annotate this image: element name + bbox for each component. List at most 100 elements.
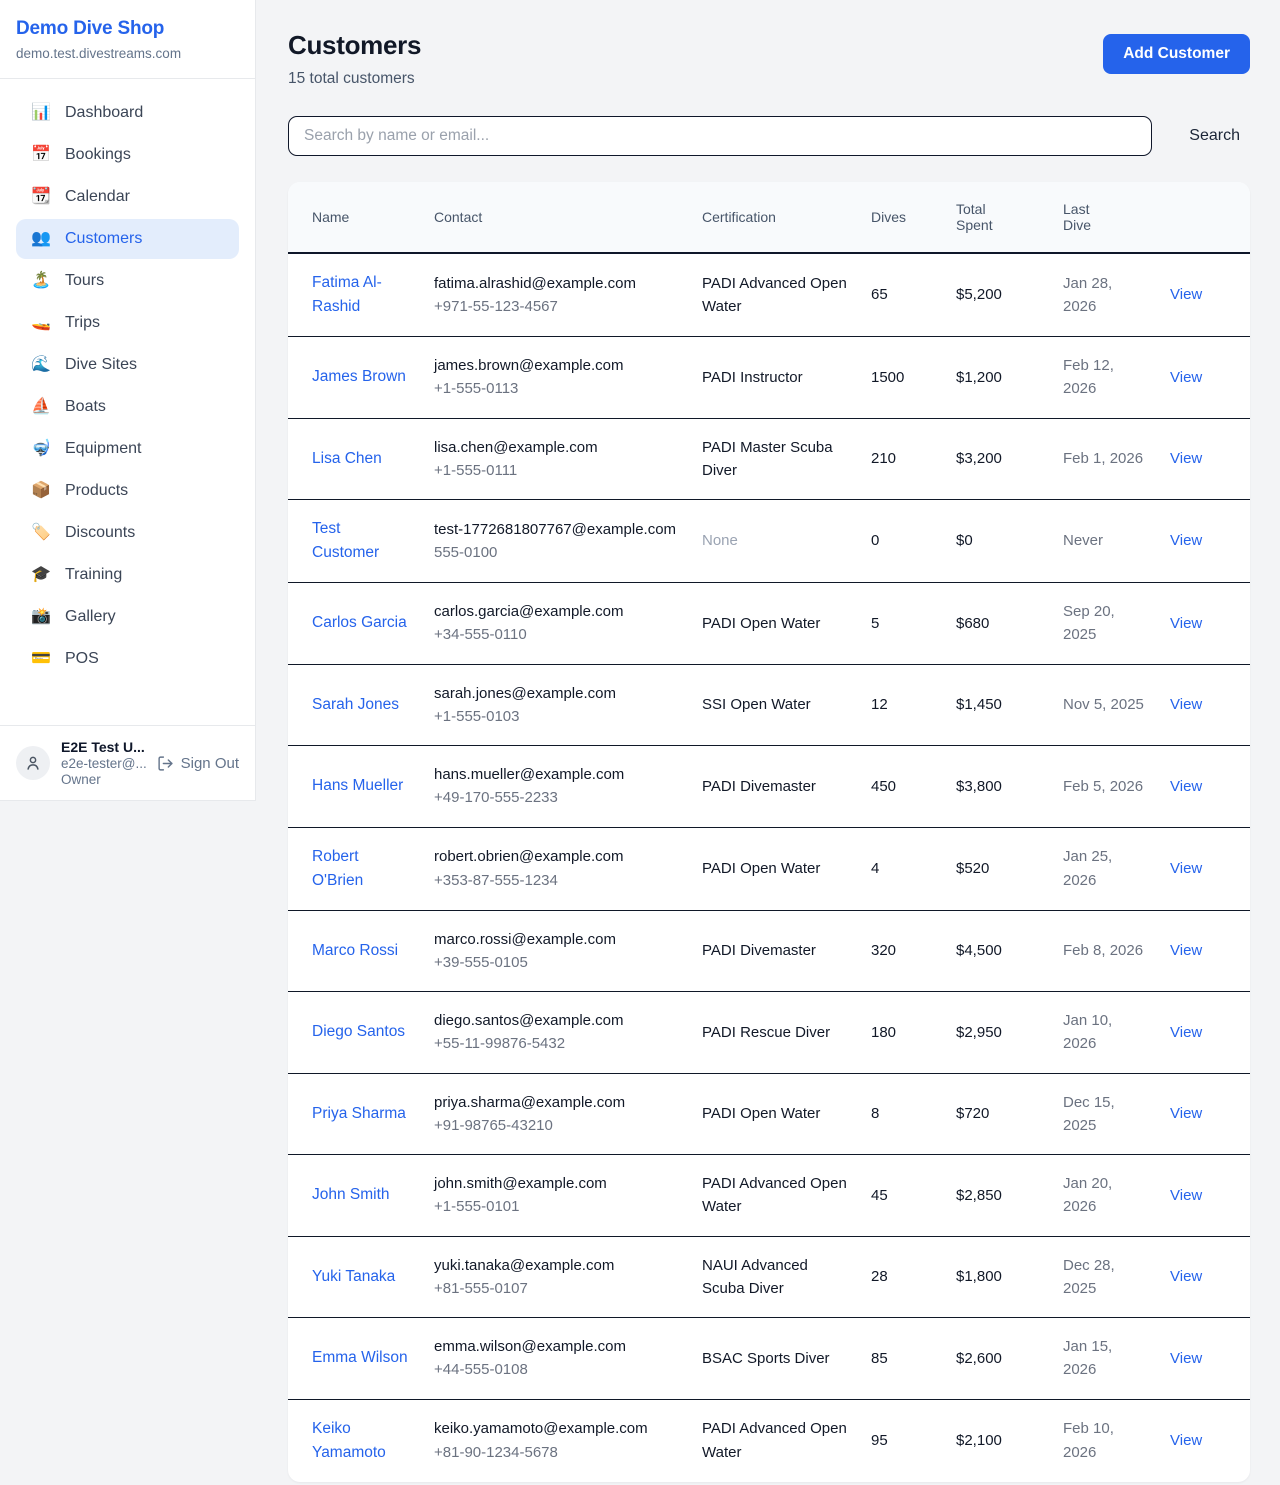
customer-name-link[interactable]: Sarah Jones — [312, 696, 399, 713]
customer-dives-cell: 180 — [871, 992, 956, 1074]
customer-name-cell: Diego Santos — [288, 992, 434, 1074]
sidebar-item-training[interactable]: 🎓Training — [16, 555, 239, 595]
customer-name-link[interactable]: Keiko Yamamoto — [312, 1420, 386, 1461]
customer-name-link[interactable]: Carlos Garcia — [312, 614, 407, 631]
customer-certification-cell: PADI Open Water — [702, 583, 871, 665]
search-row: Search — [288, 116, 1250, 156]
table-row: Robert O'Brienrobert.obrien@example.com+… — [288, 827, 1250, 910]
customer-certification-cell: PADI Open Water — [702, 827, 871, 910]
customer-total-spent-cell: $680 — [956, 583, 1063, 665]
sidebar-item-label: Bookings — [65, 146, 131, 164]
sidebar-item-dive-sites[interactable]: 🌊Dive Sites — [16, 345, 239, 385]
search-input[interactable] — [288, 116, 1152, 156]
sidebar-item-bookings[interactable]: 📅 Bookings — [16, 135, 239, 175]
customer-name-link[interactable]: Marco Rossi — [312, 942, 398, 959]
view-link[interactable]: View — [1170, 1350, 1202, 1367]
view-link[interactable]: View — [1170, 286, 1202, 303]
sidebar-item-products[interactable]: 📦Products — [16, 471, 239, 511]
customer-dives-cell: 28 — [871, 1236, 956, 1318]
customer-name-cell: Carlos Garcia — [288, 583, 434, 665]
view-link[interactable]: View — [1170, 1024, 1202, 1041]
customer-contact-cell: lisa.chen@example.com+1-555-0111 — [434, 418, 702, 500]
customer-last-dive-cell: Jan 15, 2026 — [1063, 1318, 1170, 1400]
sidebar-item-equipment[interactable]: 🤿Equipment — [16, 429, 239, 469]
table-row: Marco Rossimarco.rossi@example.com+39-55… — [288, 910, 1250, 992]
trips-icon: 🚤 — [30, 315, 52, 331]
sidebar-item-discounts[interactable]: 🏷️Discounts — [16, 513, 239, 553]
customer-name-cell: James Brown — [288, 337, 434, 419]
sidebar-item-gallery[interactable]: 📸Gallery — [16, 597, 239, 637]
customer-name-link[interactable]: Robert O'Brien — [312, 848, 363, 889]
customer-name-link[interactable]: Fatima Al-Rashid — [312, 274, 382, 315]
column-header-total-spent: Total Spent — [956, 182, 1063, 253]
sidebar-item-trips[interactable]: 🚤Trips — [16, 303, 239, 343]
customer-dives-cell: 85 — [871, 1318, 956, 1400]
sidebar-item-label: Discounts — [65, 524, 135, 542]
customer-name-link[interactable]: Diego Santos — [312, 1023, 405, 1040]
customer-certification-cell: PADI Advanced Open Water — [702, 253, 871, 337]
customer-name-link[interactable]: Test Customer — [312, 520, 379, 561]
customer-contact-cell: keiko.yamamoto@example.com+81-90-1234-56… — [434, 1399, 702, 1482]
sidebar-item-boats[interactable]: ⛵Boats — [16, 387, 239, 427]
customer-phone: +1-555-0111 — [434, 459, 678, 482]
customer-name-link[interactable]: Emma Wilson — [312, 1349, 408, 1366]
customer-last-dive-cell: Feb 10, 2026 — [1063, 1399, 1170, 1482]
table-row: Keiko Yamamoto keiko.yamamoto@example.com… — [288, 1399, 1250, 1482]
customer-name-link[interactable]: Yuki Tanaka — [312, 1268, 395, 1285]
customer-contact-cell: john.smith@example.com+1-555-0101 — [434, 1155, 702, 1237]
view-link[interactable]: View — [1170, 1432, 1202, 1449]
user-email: e2e-tester@... — [61, 756, 146, 771]
customer-dives-cell: 95 — [871, 1399, 956, 1482]
customer-contact-cell: fatima.alrashid@example.com+971-55-123-4… — [434, 253, 702, 337]
page-subtitle: 15 total customers — [288, 70, 421, 88]
sidebar-item-label: Gallery — [65, 608, 116, 626]
view-link[interactable]: View — [1170, 860, 1202, 877]
view-link[interactable]: View — [1170, 450, 1202, 467]
customer-last-dive-cell: Sep 20, 2025 — [1063, 583, 1170, 665]
sidebar-item-dashboard[interactable]: 📊Dashboard — [16, 93, 239, 133]
view-link[interactable]: View — [1170, 615, 1202, 632]
customer-contact-cell: emma.wilson@example.com+44-555-0108 — [434, 1318, 702, 1400]
equipment-icon: 🤿 — [30, 441, 52, 457]
customer-phone: +55-11-99876-5432 — [434, 1032, 678, 1055]
sidebar-item-tours[interactable]: 🏝️Tours — [16, 261, 239, 301]
add-customer-button[interactable]: Add Customer — [1103, 34, 1250, 74]
customer-phone: +971-55-123-4567 — [434, 295, 678, 318]
view-link[interactable]: View — [1170, 1187, 1202, 1204]
customer-total-spent-cell: $520 — [956, 827, 1063, 910]
sidebar-item-customers[interactable]: 👥Customers — [16, 219, 239, 259]
view-link[interactable]: View — [1170, 369, 1202, 386]
customer-total-spent-cell: $5,200 — [956, 253, 1063, 337]
customer-name-link[interactable]: James Brown — [312, 368, 406, 385]
customer-certification-cell: PADI Advanced Open Water — [702, 1399, 871, 1482]
customer-phone: +49-170-555-2233 — [434, 786, 678, 809]
customers-icon: 👥 — [30, 231, 52, 247]
customer-name-cell: Marco Rossi — [288, 910, 434, 992]
view-link[interactable]: View — [1170, 532, 1202, 549]
sign-out-button[interactable]: Sign Out — [157, 755, 239, 772]
customer-name-cell: Keiko Yamamoto — [288, 1399, 434, 1482]
customer-phone: +44-555-0108 — [434, 1358, 678, 1381]
customer-name-link[interactable]: Priya Sharma — [312, 1105, 406, 1122]
bookings-icon: 📅 — [30, 147, 52, 163]
view-link[interactable]: View — [1170, 778, 1202, 795]
customer-last-dive-cell: Dec 28, 2025 — [1063, 1236, 1170, 1318]
customer-name-link[interactable]: Lisa Chen — [312, 450, 382, 467]
customer-certification-cell: None — [702, 500, 871, 583]
customer-name-link[interactable]: John Smith — [312, 1186, 390, 1203]
view-link[interactable]: View — [1170, 942, 1202, 959]
column-header-label: Certification — [702, 209, 776, 225]
view-link[interactable]: View — [1170, 1268, 1202, 1285]
customer-name-cell: Sarah Jones — [288, 664, 434, 746]
view-link[interactable]: View — [1170, 1105, 1202, 1122]
search-button[interactable]: Search — [1179, 121, 1250, 151]
user-footer: E2E Test U... e2e-tester@... Owner Sign … — [0, 725, 255, 800]
customer-last-dive-cell: Jan 10, 2026 — [1063, 992, 1170, 1074]
view-link[interactable]: View — [1170, 696, 1202, 713]
sidebar-item-calendar[interactable]: 📆Calendar — [16, 177, 239, 217]
customer-view-cell: View — [1170, 746, 1250, 828]
customer-phone: +34-555-0110 — [434, 623, 678, 646]
sidebar-item-pos[interactable]: 💳POS — [16, 639, 239, 679]
customer-name-link[interactable]: Hans Mueller — [312, 777, 403, 794]
customer-contact-cell: priya.sharma@example.com+91-98765-43210 — [434, 1073, 702, 1155]
